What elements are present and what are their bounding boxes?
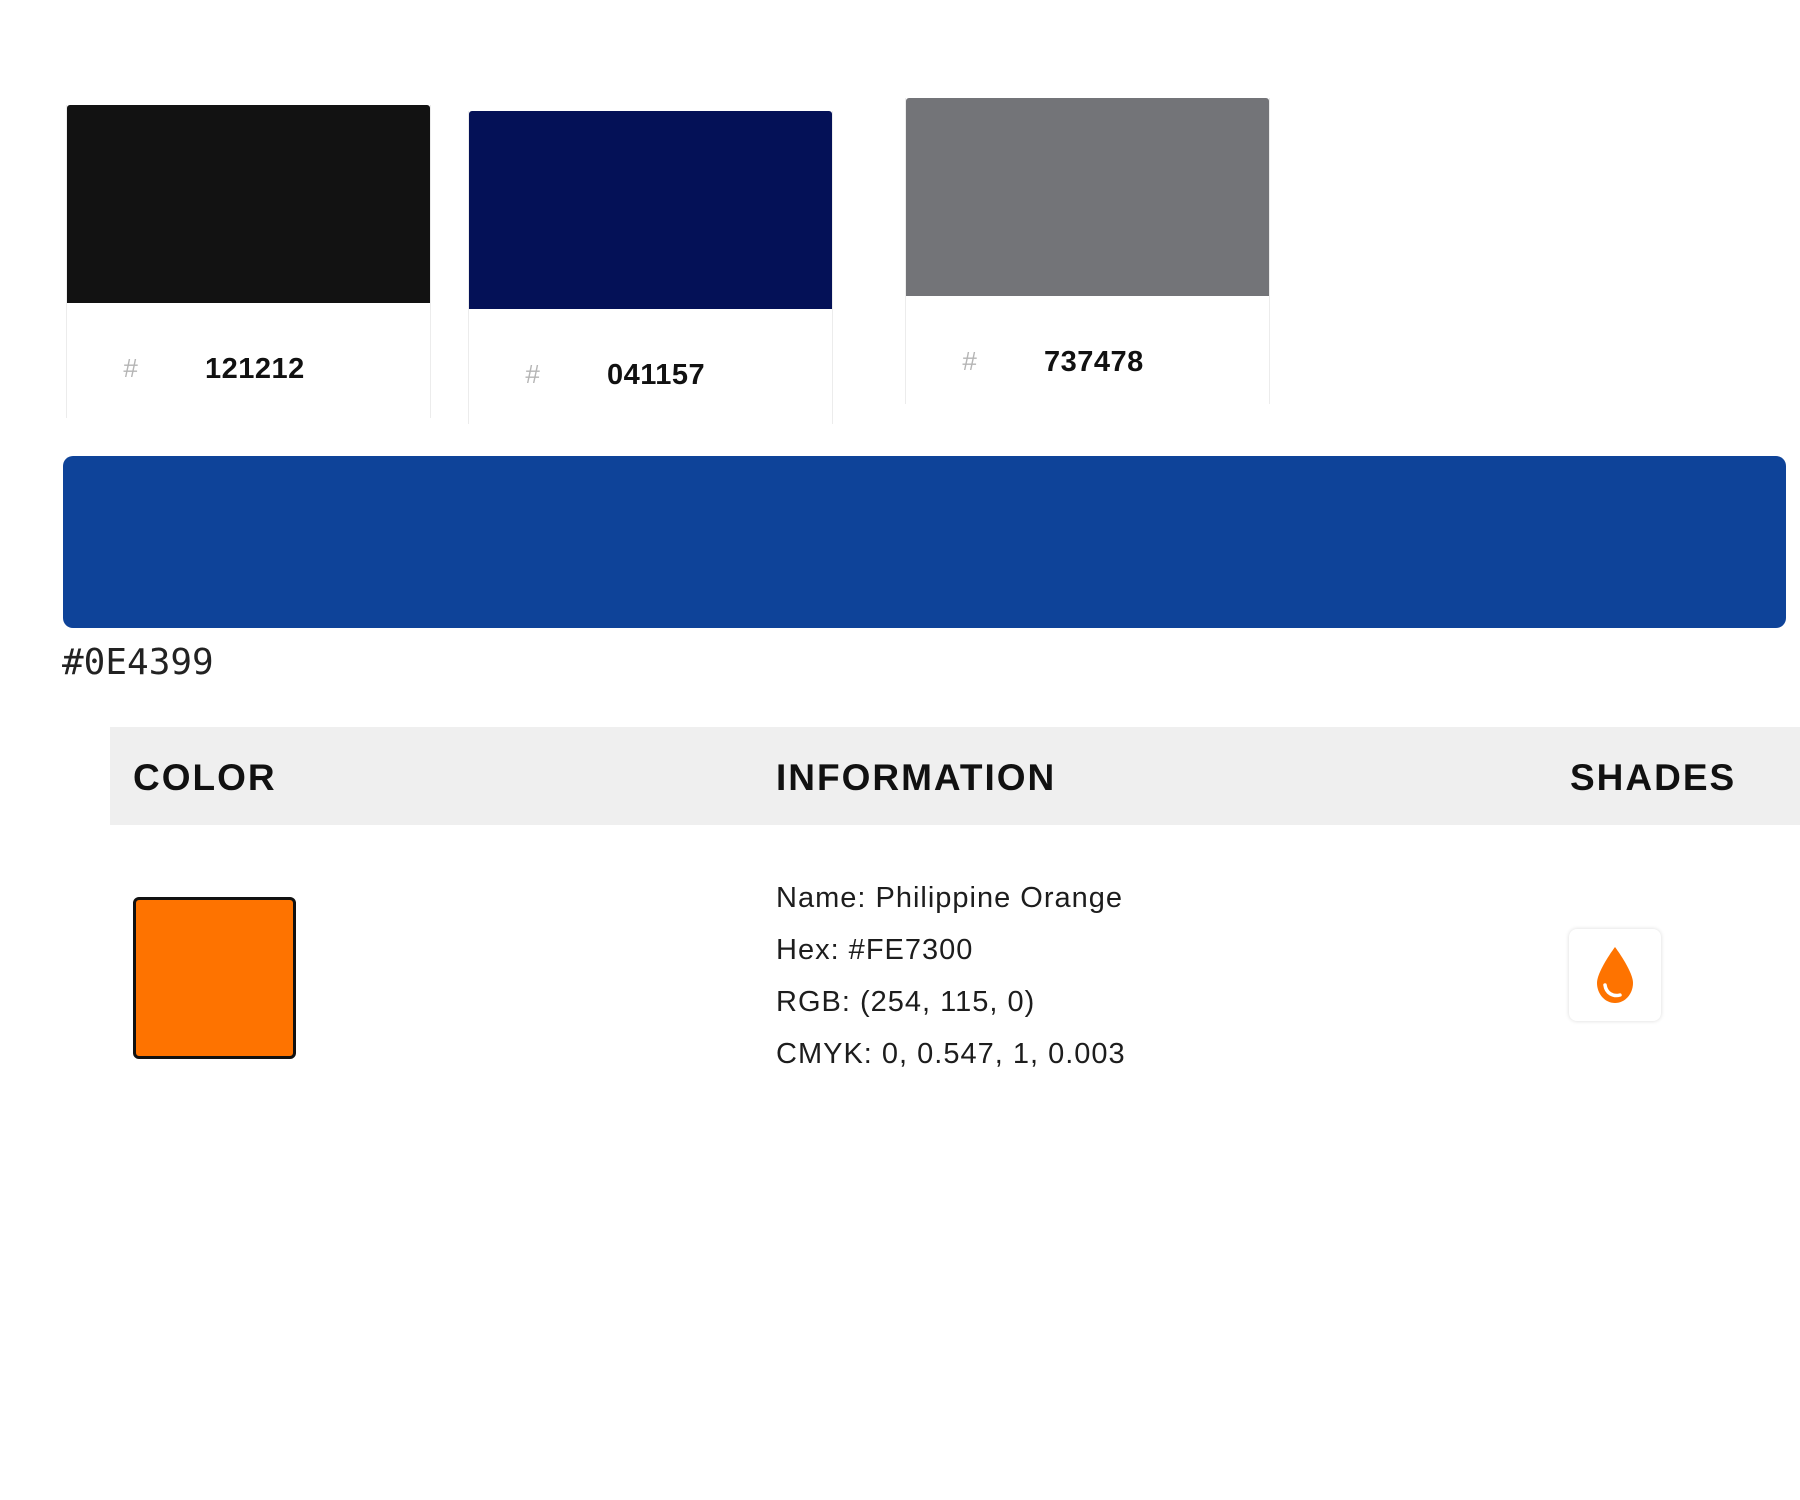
- swatch-footer: # 737478: [906, 296, 1269, 404]
- swatch-hex-code[interactable]: 737478: [1044, 346, 1144, 379]
- swatch-footer: # 121212: [67, 303, 430, 418]
- header-information: INFORMATION: [776, 757, 1057, 798]
- hash-symbol: #: [525, 359, 540, 389]
- swatch-card-737478[interactable]: # 737478: [905, 98, 1270, 404]
- primary-color-bar[interactable]: [63, 456, 1786, 628]
- swatch-hex-code[interactable]: 041157: [607, 359, 705, 392]
- color-swatch-square: [133, 897, 296, 1059]
- swatch-color-block[interactable]: [67, 105, 430, 303]
- swatch-card-121212[interactable]: # 121212: [66, 105, 431, 418]
- swatch-color-block[interactable]: [906, 98, 1269, 296]
- swatch-card-041157[interactable]: # 041157: [468, 111, 833, 424]
- droplet-icon: [1597, 947, 1633, 1003]
- swatch-hex-code[interactable]: 121212: [205, 353, 305, 386]
- color-hex: Hex: #FE7300: [776, 934, 974, 966]
- header-color: COLOR: [133, 757, 277, 798]
- hash-symbol: #: [962, 346, 977, 376]
- shades-button[interactable]: [1569, 929, 1661, 1021]
- hash-symbol: #: [123, 353, 138, 383]
- color-cmyk: CMYK: 0, 0.547, 1, 0.003: [776, 1038, 1126, 1070]
- color-table-header: COLOR INFORMATION SHADES: [110, 727, 1800, 825]
- swatch-color-block[interactable]: [469, 111, 832, 309]
- header-shades: SHADES: [1570, 757, 1737, 798]
- swatch-footer: # 041157: [469, 309, 832, 424]
- primary-color-hex: #0E4399: [62, 642, 214, 683]
- color-name: Name: Philippine Orange: [776, 882, 1124, 914]
- palette-page: # 121212 # 041157 # 737478 #0E4399 COLOR…: [0, 0, 1800, 1500]
- color-rgb: RGB: (254, 115, 0): [776, 986, 1036, 1018]
